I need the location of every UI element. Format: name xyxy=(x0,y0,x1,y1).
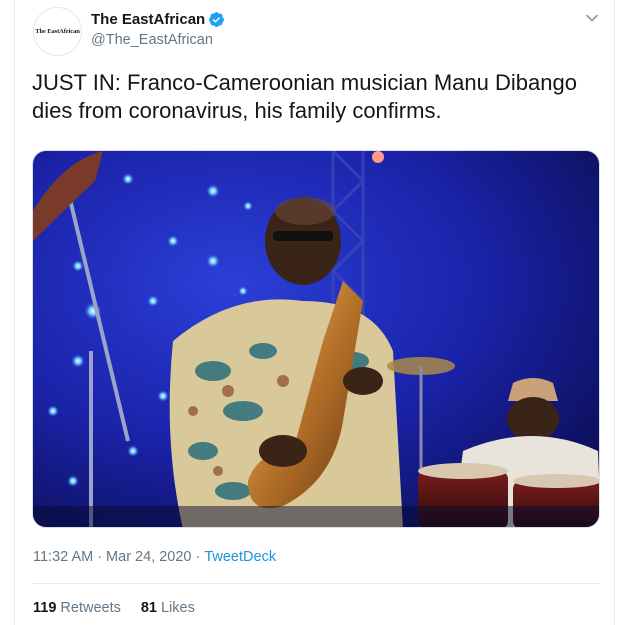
likes-stat[interactable]: 81 Likes xyxy=(141,600,195,616)
concert-photo-illustration xyxy=(33,151,599,527)
retweets-stat[interactable]: 119 Retweets xyxy=(33,600,121,616)
avatar-logo-text: The EastAfrican xyxy=(35,28,80,35)
card-border-left xyxy=(14,0,15,625)
retweets-count: 119 xyxy=(33,600,57,616)
meta-separator-2: · xyxy=(195,549,201,565)
tweet-card: The EastAfrican The EastAfrican @The_Eas… xyxy=(0,0,622,625)
verified-badge-icon xyxy=(208,11,225,28)
display-name-text[interactable]: The EastAfrican xyxy=(91,11,205,28)
tweet-timestamp: 11:32 AM · Mar 24, 2020 · TweetDeck xyxy=(33,549,276,565)
divider xyxy=(32,583,600,584)
tweet-time[interactable]: 11:32 AM xyxy=(33,549,93,565)
display-name[interactable]: The EastAfrican xyxy=(91,11,225,28)
tweet-date[interactable]: Mar 24, 2020 xyxy=(106,549,191,565)
likes-count: 81 xyxy=(140,600,157,616)
card-border-right xyxy=(614,0,615,625)
tweet-source-link[interactable]: TweetDeck xyxy=(204,549,276,565)
likes-label: Likes xyxy=(161,600,195,616)
avatar[interactable]: The EastAfrican xyxy=(33,7,82,56)
tweet-text: JUST IN: Franco-Cameroonian musician Man… xyxy=(32,70,577,123)
tweet-photo[interactable] xyxy=(32,150,600,528)
account-handle[interactable]: @The_EastAfrican xyxy=(91,32,213,48)
chevron-down-icon[interactable] xyxy=(584,10,600,26)
tweet-stats: 119 Retweets 81 Likes xyxy=(33,600,195,616)
meta-separator: · xyxy=(97,549,103,565)
retweets-label: Retweets xyxy=(60,600,121,616)
